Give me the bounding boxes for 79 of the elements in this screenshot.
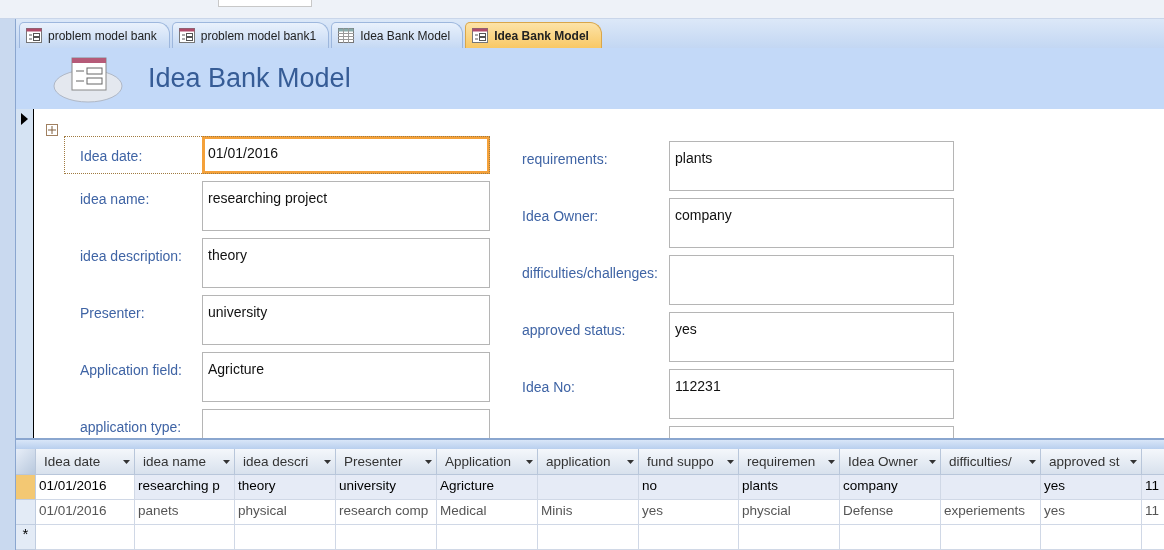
- field-label: Presenter:: [79, 304, 146, 323]
- dropdown-arrow-icon[interactable]: [123, 459, 130, 464]
- text-field[interactable]: yes: [669, 312, 954, 362]
- field-label: Idea date:: [79, 147, 144, 166]
- table-cell: physical: [235, 500, 336, 525]
- table-cell: university: [336, 475, 437, 500]
- document-tab[interactable]: problem model bank: [19, 22, 170, 48]
- column-header[interactable]: Presenter: [336, 449, 437, 475]
- record-selector[interactable]: [16, 109, 34, 438]
- dropdown-arrow-icon[interactable]: [223, 459, 230, 464]
- search-field[interactable]: [218, 0, 312, 7]
- field-label: approved status:: [521, 321, 627, 340]
- table-cell: no: [639, 475, 739, 500]
- field-label: idea name:: [79, 190, 151, 209]
- column-header[interactable]: Application: [437, 449, 538, 475]
- table-cell: theory: [235, 475, 336, 500]
- table-cell: experiements: [941, 500, 1041, 525]
- document-tab[interactable]: Idea Bank Model: [331, 22, 464, 48]
- column-header[interactable]: application: [538, 449, 639, 475]
- move-handle-icon[interactable]: [46, 124, 58, 136]
- column-header[interactable]: difficulties/: [941, 449, 1041, 475]
- field-label: application type:: [79, 418, 183, 437]
- text-field[interactable]: [669, 255, 954, 305]
- text-field[interactable]: Agricture: [202, 352, 490, 402]
- document-tab[interactable]: Idea Bank Model: [465, 22, 602, 48]
- dropdown-arrow-icon[interactable]: [526, 459, 533, 464]
- table-cell: yes: [639, 500, 739, 525]
- column-header[interactable]: idea name: [135, 449, 235, 475]
- table-cell: physcial: [739, 500, 840, 525]
- dropdown-arrow-icon[interactable]: [1029, 459, 1036, 464]
- form-icon: [178, 28, 195, 43]
- text-field[interactable]: company: [669, 198, 954, 248]
- field-label: Application field:: [79, 361, 183, 380]
- dropdown-arrow-icon[interactable]: [627, 459, 634, 464]
- table-cell: yes: [1041, 500, 1142, 525]
- dropdown-arrow-icon[interactable]: [1130, 459, 1137, 464]
- text-field[interactable]: 112231: [669, 369, 954, 419]
- table-cell: research comp: [336, 500, 437, 525]
- dropdown-arrow-icon[interactable]: [929, 459, 936, 464]
- field-label: Idea No:: [521, 378, 576, 397]
- text-field[interactable]: theory: [202, 238, 490, 288]
- form-icon: [26, 28, 42, 43]
- field-label: idea description:: [79, 247, 183, 266]
- form-title: Idea Bank Model: [148, 63, 351, 94]
- table-cell: Defense: [840, 500, 941, 525]
- table-cell: plants: [739, 475, 840, 500]
- table-cell: 01/01/2016: [36, 500, 135, 525]
- new-record-marker[interactable]: *: [16, 525, 36, 550]
- table-cell: panets: [135, 500, 235, 525]
- table-cell: yes: [1041, 475, 1142, 500]
- field-label: Idea Owner:: [521, 207, 600, 226]
- table-cell: Minis: [538, 500, 639, 525]
- text-field[interactable]: researching project: [202, 181, 490, 231]
- column-header[interactable]: Idea Owner: [840, 449, 941, 475]
- table-cell: 11: [1142, 500, 1164, 525]
- column-header[interactable]: approved st: [1041, 449, 1142, 475]
- dropdown-arrow-icon[interactable]: [324, 459, 331, 464]
- document-tab[interactable]: problem model bank1: [171, 22, 330, 48]
- dropdown-arrow-icon[interactable]: [828, 459, 835, 464]
- table-cell: researching p: [135, 475, 235, 500]
- field-label: difficulties/challenges:: [521, 264, 659, 283]
- dropdown-arrow-icon[interactable]: [727, 459, 734, 464]
- text-field[interactable]: plants: [669, 141, 954, 191]
- column-header[interactable]: Idea date: [36, 449, 135, 475]
- table-cell: 11: [1142, 475, 1164, 500]
- dropdown-arrow-icon[interactable]: [425, 459, 432, 464]
- text-field[interactable]: 01/01/2016: [202, 136, 490, 174]
- column-header[interactable]: idea descri: [235, 449, 336, 475]
- column-header[interactable]: requiremen: [739, 449, 840, 475]
- column-header[interactable]: fund suppo: [639, 449, 739, 475]
- table-cell: Agricture: [437, 475, 538, 500]
- form-icon: [472, 28, 489, 43]
- text-field[interactable]: university: [202, 295, 490, 345]
- table-icon: [338, 28, 355, 43]
- table-cell: company: [840, 475, 941, 500]
- table-cell: Medical: [437, 500, 538, 525]
- field-label: requirements:: [521, 150, 609, 169]
- table-cell: 01/01/2016: [36, 475, 135, 500]
- current-record-icon: [21, 113, 28, 125]
